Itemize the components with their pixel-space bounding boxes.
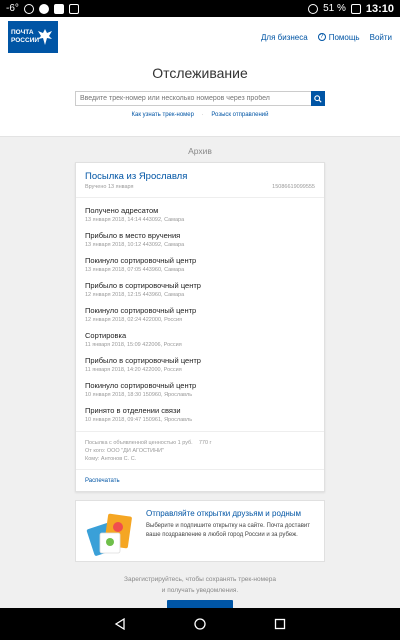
wifi-icon xyxy=(308,3,319,14)
event-item: Покинуло сортировочный центр 10 января 2… xyxy=(85,381,317,406)
gallery-icon xyxy=(68,3,79,14)
postcard-illustration xyxy=(86,513,132,556)
clock: 13:10 xyxy=(365,2,394,15)
event-title: Прибыло в сортировочный центр xyxy=(85,281,201,290)
promo-text: Выберите и подпишите открытку на сайте. … xyxy=(146,523,310,538)
postcard-promo[interactable]: Отправляйте открытки друзьям и родным Вы… xyxy=(75,500,325,562)
event-detail: 12 января 2018, 12:15 443960, Самара xyxy=(85,292,185,298)
search-icon xyxy=(314,94,322,103)
register-note: Зарегистрируйтесь, чтобы сохранять трек-… xyxy=(0,574,400,596)
header-nav: Для бизнеса ? Помощь Войти xyxy=(261,33,392,42)
divider xyxy=(76,197,324,198)
print-link[interactable]: Распечатать xyxy=(85,478,120,484)
search-parcel-link[interactable]: Розыск отправлений xyxy=(211,112,268,118)
parcel-declared-value: Посылка с объявленной ценностью 1 руб. xyxy=(85,440,193,446)
tracking-section: Отслеживание Как узнать трек-номер · Роз… xyxy=(0,57,400,137)
event-item: Получено адресатом 13 января 2018, 14:14… xyxy=(85,206,317,231)
register-note-line2: и получать уведомления. xyxy=(161,587,239,594)
promo-title[interactable]: Отправляйте открытки друзьям и родным xyxy=(146,509,301,519)
track-search-input[interactable] xyxy=(75,91,311,106)
search-bar xyxy=(75,91,325,106)
parcel-weight: 770 г xyxy=(198,440,212,446)
register-button[interactable] xyxy=(167,600,233,608)
nav-help-label: Помощь xyxy=(328,32,360,42)
divider xyxy=(76,431,324,432)
event-detail: 10 января 2018, 09:47 150961, Ярославль xyxy=(85,417,193,423)
nav-help-link[interactable]: ? Помощь xyxy=(317,32,360,42)
event-item: Покинуло сортировочный центр 12 января 2… xyxy=(85,306,317,331)
event-detail: 11 января 2018, 15:09 422006, Россия xyxy=(85,342,182,348)
event-item: Покинуло сортировочный центр 13 января 2… xyxy=(85,256,317,281)
event-detail: 13 января 2018, 14:14 443092, Самара xyxy=(85,217,185,223)
link-separator: · xyxy=(201,112,204,118)
event-detail: 10 января 2018, 18:30 150960, Ярославль xyxy=(85,392,193,398)
help-icon: ? xyxy=(317,33,326,41)
event-title: Покинуло сортировочный центр xyxy=(85,306,197,315)
home-icon[interactable] xyxy=(194,618,206,630)
event-title: Покинуло сортировочный центр xyxy=(85,381,197,390)
event-title: Получено адресатом xyxy=(85,206,159,215)
event-list: Получено адресатом 13 января 2018, 14:14… xyxy=(85,206,317,431)
event-title: Прибыло в сортировочный центр xyxy=(85,356,201,365)
event-title: Прибыло в место вручения xyxy=(85,231,181,240)
battery-icon xyxy=(350,3,361,14)
event-item: Прибыло в место вручения 13 января 2018,… xyxy=(85,231,317,256)
signal-text: -6° xyxy=(6,3,19,14)
android-nav-bar xyxy=(0,608,400,640)
divider xyxy=(76,469,324,470)
tracking-links: Как узнать трек-номер · Розыск отправлен… xyxy=(0,112,400,118)
parcel-title[interactable]: Посылка из Ярославля xyxy=(85,171,187,182)
youtube-icon xyxy=(53,3,64,14)
event-detail: 11 января 2018, 14:20 422000, Россия xyxy=(85,367,182,373)
eagle-icon xyxy=(38,29,52,45)
status-bar: -6° 51 % 13:10 xyxy=(0,0,400,17)
nav-login-link[interactable]: Войти xyxy=(370,33,392,42)
event-detail: 12 января 2018, 02:24 422000, Россия xyxy=(85,317,183,323)
nav-business-link[interactable]: Для бизнеса xyxy=(261,33,308,42)
track-number: 15086619099555 xyxy=(272,184,315,190)
archive-heading: Архив xyxy=(188,146,212,156)
page-title: Отслеживание xyxy=(152,65,248,81)
logo-text: ПОЧТА РОССИИ xyxy=(11,29,40,44)
event-detail: 13 января 2018, 07:05 443960, Самара xyxy=(85,267,185,273)
parcel-recipient: Кому: Антонов С. С. xyxy=(85,456,137,462)
register-note-line1: Зарегистрируйтесь, чтобы сохранять трек-… xyxy=(124,576,276,583)
parcel-info: Посылка с объявленной ценностью 1 руб. 7… xyxy=(85,439,212,463)
back-icon[interactable] xyxy=(114,618,126,630)
site-header: ПОЧТА РОССИИ Для бизнеса ? Помощь Войти xyxy=(0,17,400,57)
event-item: Прибыло в сортировочный центр 12 января … xyxy=(85,281,317,306)
event-detail: 13 января 2018, 10:12 443092, Самара xyxy=(85,242,185,248)
event-title: Принято в отделении связи xyxy=(85,406,181,415)
how-to-find-track-link[interactable]: Как узнать трек-номер xyxy=(132,112,194,118)
event-title: Покинуло сортировочный центр xyxy=(85,256,197,265)
event-item: Принято в отделении связи 10 января 2018… xyxy=(85,406,317,431)
parcel-status: Вручено 13 января xyxy=(85,184,134,190)
parcel-value-line: Посылка с объявленной ценностью 1 руб. 7… xyxy=(85,439,212,447)
battery-text: 51 % xyxy=(323,3,346,14)
parcel-sender: От кого: ООО "ДИ АГОСТИНИ" xyxy=(85,448,164,454)
event-item: Сортировка 11 января 2018, 15:09 422006,… xyxy=(85,331,317,356)
search-button[interactable] xyxy=(311,91,325,106)
phone-icon xyxy=(23,3,34,14)
event-title: Сортировка xyxy=(85,331,127,340)
event-item: Прибыло в сортировочный центр 11 января … xyxy=(85,356,317,381)
recents-icon[interactable] xyxy=(274,618,286,630)
logo[interactable]: ПОЧТА РОССИИ xyxy=(8,21,58,53)
parcel-card[interactable]: Посылка из Ярославля Вручено 13 января 1… xyxy=(75,162,325,492)
skype-icon xyxy=(38,3,49,14)
